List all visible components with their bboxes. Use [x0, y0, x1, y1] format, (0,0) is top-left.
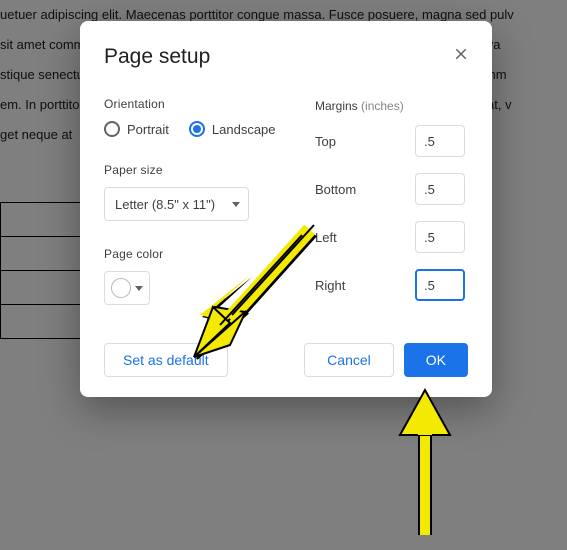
margin-left-label: Left	[315, 230, 337, 245]
margins-label: Margins (inches)	[315, 99, 404, 113]
radio-label: Portrait	[127, 122, 169, 137]
orientation-label: Orientation	[104, 97, 468, 111]
cancel-button[interactable]: Cancel	[304, 343, 394, 377]
margin-left-input[interactable]	[415, 221, 465, 253]
margin-right-input[interactable]	[415, 269, 465, 301]
page-setup-dialog: Page setup Orientation Portrait Landscap…	[80, 21, 492, 397]
radio-icon	[104, 121, 120, 137]
margin-bottom-input[interactable]	[415, 173, 465, 205]
chevron-down-icon	[135, 286, 143, 291]
paper-size-value: Letter (8.5" x 11")	[115, 197, 215, 212]
margin-top-label: Top	[315, 134, 336, 149]
margin-right-label: Right	[315, 278, 345, 293]
margin-bottom-label: Bottom	[315, 182, 356, 197]
close-icon[interactable]	[452, 45, 472, 65]
paper-size-select[interactable]: Letter (8.5" x 11")	[104, 187, 249, 221]
orientation-landscape-radio[interactable]: Landscape	[189, 121, 276, 137]
chevron-down-icon	[232, 202, 240, 207]
set-as-default-button[interactable]: Set as default	[104, 343, 228, 377]
page-color-picker[interactable]	[104, 271, 150, 305]
ok-button[interactable]: OK	[404, 343, 468, 377]
radio-label: Landscape	[212, 122, 276, 137]
orientation-portrait-radio[interactable]: Portrait	[104, 121, 169, 137]
radio-icon	[189, 121, 205, 137]
color-swatch-icon	[111, 278, 131, 298]
margin-top-input[interactable]	[415, 125, 465, 157]
dialog-title: Page setup	[104, 45, 468, 69]
